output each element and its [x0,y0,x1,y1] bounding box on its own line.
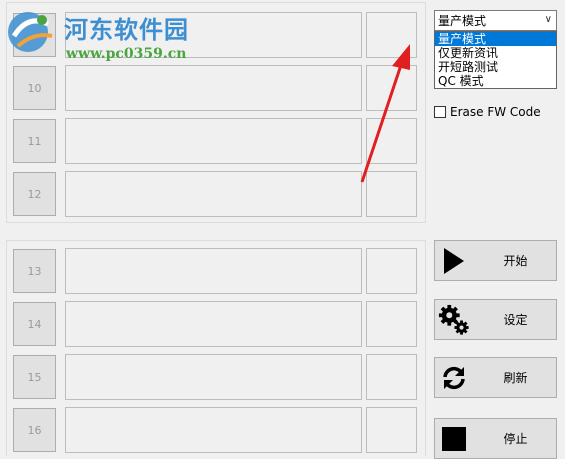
port-15-result-field [366,354,417,400]
port-10-status-field [65,65,362,111]
stop-button-label: 停止 [503,432,528,446]
port-11-status-field [65,118,362,164]
port-14-button[interactable]: 14 [13,302,56,346]
port-13-button[interactable]: 13 [13,249,56,293]
port-12-result-field [366,171,417,217]
mode-option-qc[interactable]: QC 模式 [435,74,556,88]
port-11-button[interactable]: 11 [13,119,56,163]
port-11-result-field [366,118,417,164]
port-12-button[interactable]: 12 [13,172,56,216]
port-15-status-field [65,354,362,400]
start-button[interactable]: 开始 [434,240,557,281]
refresh-icon [438,362,470,394]
refresh-button-label: 刷新 [503,371,528,385]
mode-option-open-short-test[interactable]: 开短路测试 [435,60,556,74]
port-13-result-field [366,248,417,294]
stop-icon [438,423,470,455]
port-14-result-field [366,301,417,347]
chevron-down-icon[interactable]: ∨ [545,14,552,25]
mode-select[interactable]: 量产模式 ∨ [434,10,557,31]
start-button-label: 开始 [503,254,528,268]
port-16-result-field [366,407,417,453]
erase-fw-label: Erase FW Code [450,105,541,119]
play-icon [438,245,470,277]
port-9-status-field [65,12,362,58]
port-16-button[interactable]: 16 [13,408,56,452]
port-16-status-field [65,407,362,453]
port-10-result-field [366,65,417,111]
port-10-button[interactable]: 10 [13,66,56,110]
erase-fw-checkbox[interactable] [434,106,446,118]
settings-button-label: 设定 [503,313,528,327]
port-15-button[interactable]: 15 [13,355,56,399]
mode-select-value: 量产模式 [438,14,487,28]
port-group-top: 10 11 12 [6,2,426,223]
port-9-button[interactable] [13,13,56,57]
mode-dropdown-list: 量产模式 仅更新资讯 开短路测试 QC 模式 [434,31,557,89]
port-9-result-field [366,12,417,58]
port-12-status-field [65,171,362,217]
mode-option-mass-production[interactable]: 量产模式 [435,32,556,46]
stop-button[interactable]: 停止 [434,418,557,459]
settings-button[interactable]: 设定 [434,299,557,340]
port-group-bottom: 13 14 15 16 [6,240,426,456]
refresh-button[interactable]: 刷新 [434,357,557,398]
port-14-status-field [65,301,362,347]
erase-fw-checkbox-row[interactable]: Erase FW Code [434,105,541,119]
mode-option-update-info[interactable]: 仅更新资讯 [435,46,556,60]
port-13-status-field [65,248,362,294]
gears-icon [438,304,470,336]
